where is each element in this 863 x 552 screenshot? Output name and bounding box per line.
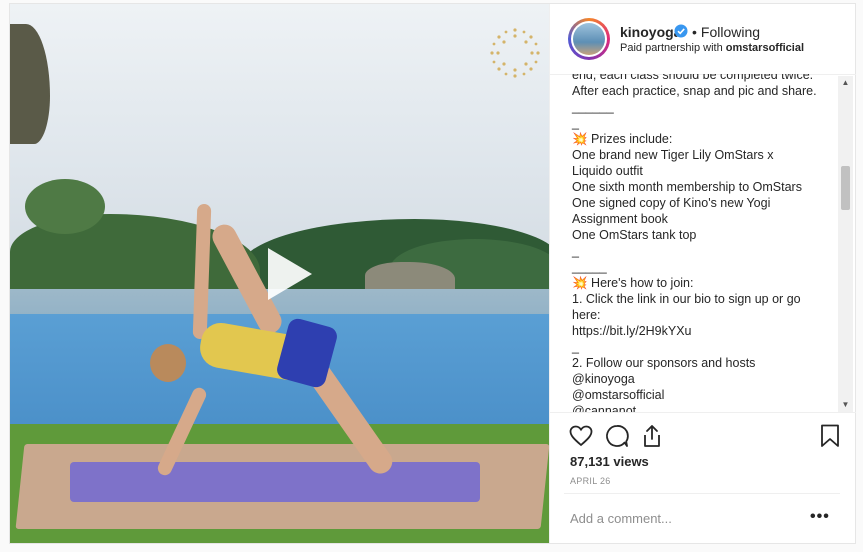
scroll-up-arrow-icon[interactable]: ▲ — [838, 76, 853, 90]
partner-link[interactable]: omstarsofficial — [726, 42, 804, 54]
post-header: kinoyoga • Following Paid partnership wit… — [550, 4, 856, 75]
caption-line: One OmStars tank top — [572, 228, 697, 242]
avatar-frame — [571, 21, 607, 57]
caption-line[interactable]: https://bit.ly/2H9kYXu — [572, 323, 822, 339]
caption-line: 💥 Here's how to join: — [572, 276, 694, 290]
post-container: kinoyoga • Following Paid partnership wit… — [9, 3, 856, 544]
caption-line: _ — [572, 116, 579, 130]
post-video[interactable] — [10, 4, 549, 543]
caption-line: 💥 Prizes include: — [572, 132, 673, 146]
video-figure-head — [150, 344, 186, 382]
heart-icon[interactable] — [568, 423, 594, 449]
caption-scrollbar[interactable]: ▲ ▼ — [838, 76, 853, 412]
avatar[interactable] — [568, 18, 610, 60]
play-icon — [268, 248, 312, 300]
watermark-logo-icon — [490, 28, 540, 78]
caption-line: end, each class should be completed twic… — [572, 74, 814, 82]
partnership-prefix: Paid partnership with — [620, 42, 726, 54]
share-icon[interactable] — [639, 423, 665, 449]
comment-icon[interactable] — [604, 423, 630, 449]
caption-line: One brand new Tiger Lily OmStars x — [572, 148, 774, 162]
caption-line[interactable]: @cannanot — [572, 403, 822, 412]
video-palm-tree — [25, 179, 105, 234]
divider — [564, 493, 840, 494]
caption-line: After each practice, snap and pic and sh… — [572, 84, 817, 98]
scroll-down-arrow-icon[interactable]: ▼ — [838, 398, 853, 412]
caption-line: here: — [572, 308, 601, 322]
partnership-label: Paid partnership with omstarsofficial — [620, 42, 804, 54]
caption-line[interactable]: @kinoyoga — [572, 371, 822, 387]
caption-line: 2. Follow our sponsors and hosts — [572, 356, 756, 370]
following-label: Following — [700, 24, 761, 40]
post-sidebar: kinoyoga • Following Paid partnership wit… — [549, 4, 856, 543]
post-date: APRIL 26 — [570, 476, 611, 486]
caption-line: Assignment book — [572, 212, 668, 226]
caption-line: 1. Click the link in our bio to sign up … — [572, 292, 801, 306]
following-button[interactable]: • Following — [692, 24, 760, 40]
comment-input[interactable]: Add a comment... — [570, 511, 672, 526]
caption-line: _ — [572, 244, 579, 258]
caption-text: end, each class should be completed twic… — [572, 74, 822, 412]
caption-line: One sixth month membership to OmStars — [572, 180, 802, 194]
avatar-image — [573, 23, 605, 55]
caption-line: One signed copy of Kino's new Yogi — [572, 196, 771, 210]
bookmark-icon[interactable] — [817, 423, 843, 449]
video-yoga-mat — [70, 462, 480, 502]
caption-line: _ — [572, 340, 579, 354]
caption-area[interactable]: end, each class should be completed twic… — [550, 74, 850, 412]
username-link[interactable]: kinoyoga — [620, 24, 681, 40]
view-count[interactable]: 87,131 views — [570, 454, 649, 469]
caption-line: ______ — [572, 100, 614, 114]
caption-line: _____ — [572, 260, 607, 274]
caption-line[interactable]: @omstarsofficial — [572, 387, 822, 403]
play-button[interactable] — [256, 244, 316, 304]
separator-dot: • — [692, 24, 697, 40]
verified-badge-icon — [674, 24, 688, 38]
caption-line: Liquido outfit — [572, 164, 643, 178]
scroll-thumb[interactable] — [841, 166, 850, 210]
action-bar — [550, 412, 856, 459]
more-options-icon[interactable]: ••• — [810, 508, 830, 526]
